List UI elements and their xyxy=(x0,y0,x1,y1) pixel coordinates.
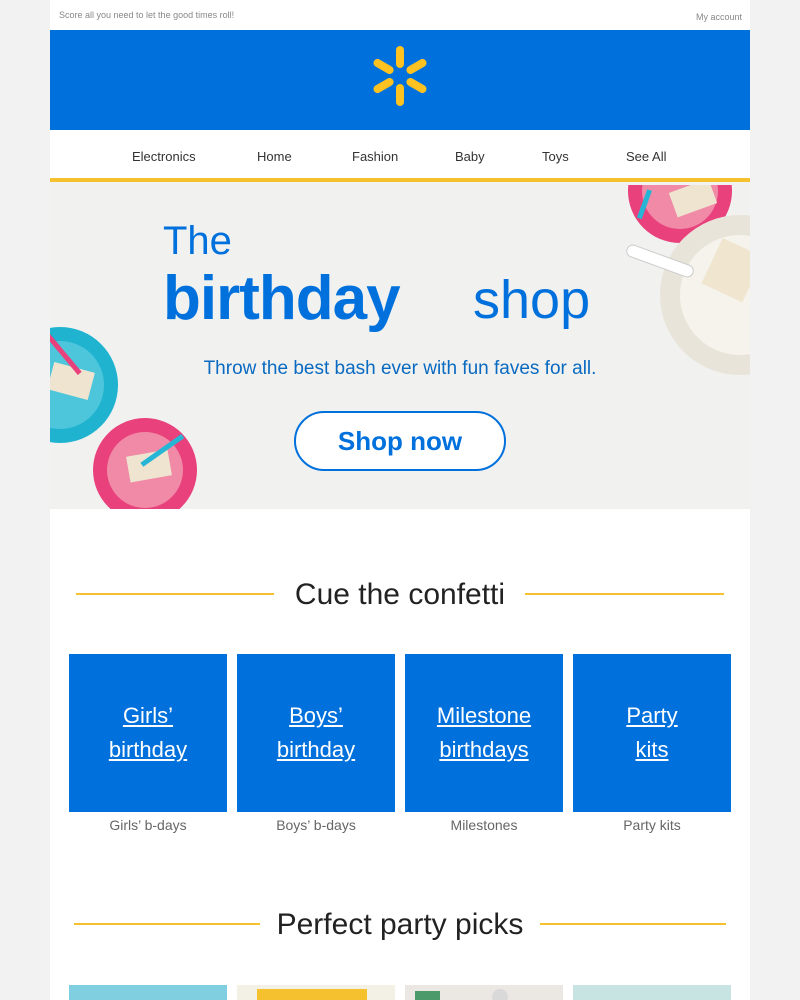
hero-title-shop: shop xyxy=(473,270,591,330)
hero-title-birthday: birthday xyxy=(163,264,401,333)
party-pick-image[interactable] xyxy=(237,985,395,1000)
content-panel: Cue the confetti Girls’ birthday Girls’ b… xyxy=(50,509,750,1000)
preheader-text: Score all you need to let the good times… xyxy=(59,10,235,20)
party-pick-illustration xyxy=(257,989,367,1000)
my-account-link[interactable]: My account xyxy=(696,12,742,22)
divider-right xyxy=(540,923,726,925)
tile-label-line2: birthday xyxy=(276,737,356,762)
nav-home[interactable]: Home xyxy=(257,149,292,164)
tile-caption-girls[interactable]: Girls’ b-days xyxy=(69,817,227,833)
divider-right xyxy=(525,593,724,595)
tile-label-line2: birthday xyxy=(108,737,188,762)
hero-subtitle: Throw the best bash ever with fun faves … xyxy=(203,358,597,379)
hero-title-the: The xyxy=(163,219,232,263)
nav-see-all[interactable]: See All xyxy=(626,149,666,164)
preheader-bar: Score all you need to let the good times… xyxy=(50,0,750,30)
tile-party-kits[interactable]: Party kits xyxy=(573,654,731,812)
walmart-spark-icon[interactable] xyxy=(372,44,428,108)
hero-banner[interactable]: The birthday shop Throw the best bash ev… xyxy=(50,185,750,509)
party-picks-section-title: Perfect party picks xyxy=(276,908,524,941)
category-nav: Electronics Home Fashion Baby Toys See A… xyxy=(50,130,750,182)
tile-label-line2: kits xyxy=(635,737,669,762)
shop-now-button[interactable]: Shop now xyxy=(294,411,506,471)
party-pick-illustration xyxy=(415,989,508,1000)
party-pick-image[interactable] xyxy=(573,985,731,1000)
tile-label-line1: Boys’ xyxy=(289,703,343,728)
party-pick-image[interactable] xyxy=(69,985,227,1000)
nav-fashion[interactable]: Fashion xyxy=(352,149,398,164)
party-pick-image[interactable] xyxy=(405,985,563,1000)
party-picks-section-header: Perfect party picks xyxy=(50,904,750,944)
tile-caption-milestones[interactable]: Milestones xyxy=(405,817,563,833)
nav-toys[interactable]: Toys xyxy=(542,149,569,164)
nav-electronics[interactable]: Electronics xyxy=(132,149,196,164)
tile-label-line2: birthdays xyxy=(439,737,529,762)
header-banner xyxy=(50,30,750,130)
confetti-section-header: Cue the confetti xyxy=(50,574,750,614)
tile-girls-birthday[interactable]: Girls’ birthday xyxy=(69,654,227,812)
tile-label-line1: Girls’ xyxy=(122,703,174,728)
tile-label-line1: Party xyxy=(626,703,678,728)
tile-caption-boys[interactable]: Boys’ b-days xyxy=(237,817,395,833)
nav-baby[interactable]: Baby xyxy=(455,149,485,164)
tile-milestone-birthdays[interactable]: Milestone birthdays xyxy=(405,654,563,812)
tile-label-line1: Milestone xyxy=(436,703,532,728)
confetti-section-title: Cue the confetti xyxy=(294,578,506,611)
tile-caption-party-kits[interactable]: Party kits xyxy=(573,817,731,833)
tile-boys-birthday[interactable]: Boys’ birthday xyxy=(237,654,395,812)
